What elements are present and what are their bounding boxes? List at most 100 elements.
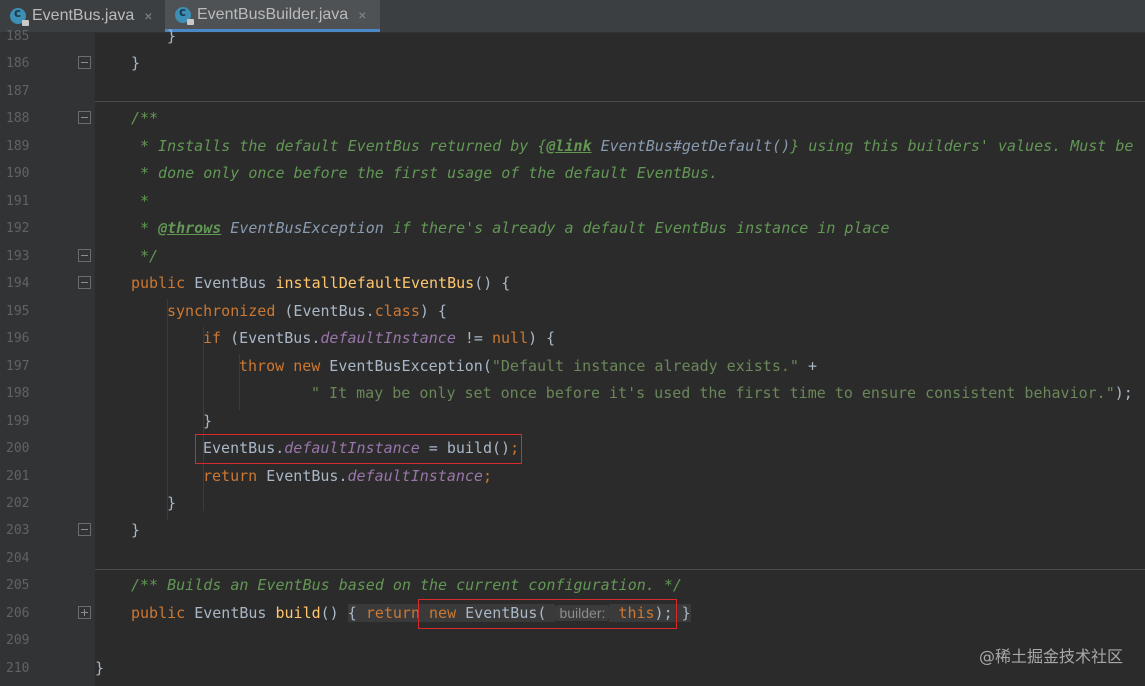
line-number: 187 — [6, 84, 30, 99]
line-number: 194 — [6, 276, 30, 291]
code-text: EventBus. — [257, 467, 348, 485]
code-line: 200 EventBus.defaultInstance = build(); — [0, 435, 1145, 462]
highlight-box — [195, 434, 522, 464]
code-text: ); — [1114, 384, 1133, 402]
line-number: 200 — [6, 441, 30, 456]
line-number: 206 — [6, 606, 30, 621]
code-line: 193 */ — [0, 243, 1145, 270]
line-number: 197 — [6, 359, 30, 374]
keyword: public — [131, 274, 186, 292]
line-number: 196 — [6, 331, 30, 346]
code-line: 209 — [0, 627, 1145, 654]
code-text: () — [320, 604, 348, 622]
line-number: 204 — [6, 551, 30, 566]
keyword: null — [492, 329, 529, 347]
code-line: 201 return EventBus.defaultInstance; — [0, 463, 1145, 490]
line-number: 186 — [6, 56, 30, 71]
watermark: @稀土掘金技术社区 — [978, 647, 1123, 666]
code-text: EventBus — [185, 604, 276, 622]
line-number: 203 — [6, 523, 30, 538]
java-class-icon — [175, 5, 194, 25]
fold-end-icon[interactable] — [78, 56, 91, 69]
code-line: 186 } — [0, 50, 1145, 77]
fold-start-icon[interactable] — [78, 276, 91, 289]
code-text: != — [455, 329, 492, 347]
fold-expand-icon[interactable] — [78, 606, 91, 619]
code-line: 194 public EventBus installDefaultEventB… — [0, 270, 1145, 297]
line-number: 191 — [6, 194, 30, 209]
code-text: } — [167, 494, 177, 512]
code-line: 192 * @throws EventBusException if there… — [0, 215, 1145, 242]
static-field: defaultInstance — [320, 329, 456, 347]
keyword: class — [374, 302, 420, 320]
keyword: throw — [239, 357, 285, 375]
line-number: 198 — [6, 386, 30, 401]
code-text: + — [798, 357, 817, 375]
keyword: new — [293, 357, 321, 375]
keyword: if — [203, 329, 222, 347]
code-line: 210 } — [0, 655, 1145, 682]
close-icon[interactable]: × — [144, 8, 152, 24]
keyword: synchronized — [167, 302, 276, 320]
code-line: 197 throw new EventBusException("Default… — [0, 353, 1145, 380]
code-text: } — [167, 27, 177, 45]
line-number: 189 — [6, 139, 30, 154]
code-text: (EventBus. — [275, 302, 375, 320]
code-line: 203 } — [0, 517, 1145, 544]
string-literal: "Default instance already exists." — [491, 357, 799, 375]
code-line: 185 } — [0, 23, 1145, 50]
code-line: 189 * Installs the default EventBus retu… — [0, 133, 1145, 160]
code-text: } — [203, 412, 213, 430]
doc-comment: /** — [131, 109, 159, 127]
line-number: 193 — [6, 249, 30, 264]
doc-comment: * — [140, 219, 159, 237]
folded-region[interactable]: { — [347, 604, 366, 622]
code-line: 195 synchronized (EventBus.class) { — [0, 298, 1145, 325]
code-text: (EventBus. — [221, 329, 321, 347]
code-text: () { — [474, 274, 511, 292]
static-field: defaultInstance — [347, 467, 483, 485]
doc-comment: */ — [140, 247, 159, 265]
line-number: 209 — [6, 633, 30, 648]
code-line: 198 " It may be only set once before it'… — [0, 380, 1145, 407]
doc-reference: EventBus#getDefault() — [591, 137, 791, 155]
tab-label: EventBusBuilder.java — [197, 5, 349, 23]
fold-end-icon[interactable] — [78, 523, 91, 536]
code-text: } — [131, 521, 141, 539]
doc-comment: * done only once before the first usage … — [140, 164, 718, 182]
code-text: ) { — [528, 329, 556, 347]
line-number: 190 — [6, 166, 30, 181]
highlight-box — [418, 599, 677, 629]
semicolon: ; — [482, 467, 492, 485]
code-line: 188 /** — [0, 105, 1145, 132]
code-text: ) { — [419, 302, 447, 320]
doc-tag: @link — [546, 137, 592, 155]
line-number: 205 — [6, 578, 30, 593]
keyword: return — [203, 467, 258, 485]
line-number: 202 — [6, 496, 30, 511]
code-line: 190 * done only once before the first us… — [0, 160, 1145, 187]
fold-end-icon[interactable] — [78, 249, 91, 262]
code-text: EventBus — [185, 274, 276, 292]
doc-comment: /** Builds an EventBus based on the curr… — [131, 576, 682, 594]
method-name: installDefaultEventBus — [275, 274, 475, 292]
fold-start-icon[interactable] — [78, 111, 91, 124]
string-literal: " It may be only set once before it's us… — [311, 384, 1115, 402]
line-number: 199 — [6, 414, 30, 429]
keyword: public — [131, 604, 186, 622]
code-line: 204 — [0, 545, 1145, 572]
close-icon[interactable]: × — [358, 7, 366, 23]
doc-reference: EventBusException — [221, 219, 384, 237]
code-text: } — [95, 659, 105, 677]
doc-comment: } using this builders' values. Must be — [790, 137, 1134, 155]
line-number: 188 — [6, 111, 30, 126]
line-number: 201 — [6, 469, 30, 484]
line-number: 210 — [6, 661, 30, 676]
code-text: EventBusException( — [320, 357, 492, 375]
code-text: } — [131, 54, 141, 72]
code-line: 202 } — [0, 490, 1145, 517]
doc-comment: * — [140, 192, 150, 210]
doc-comment: if there's already a default EventBus in… — [383, 219, 890, 237]
code-line: 196 if (EventBus.defaultInstance != null… — [0, 325, 1145, 352]
